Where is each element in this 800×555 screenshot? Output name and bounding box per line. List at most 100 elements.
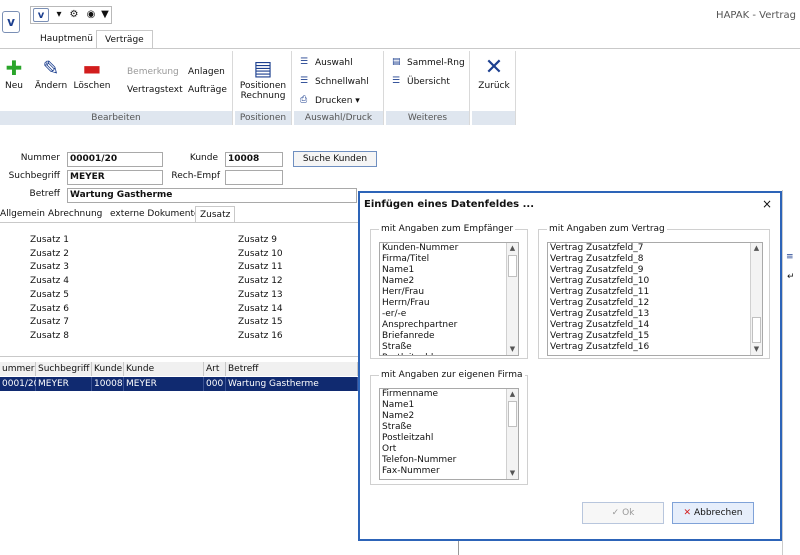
- list-item-firma[interactable]: Fax-Nummer: [380, 466, 518, 477]
- scrollbar[interactable]: ▲ ▼: [506, 243, 518, 355]
- list-item-firma[interactable]: Straße: [380, 422, 518, 433]
- kunde-field[interactable]: 10008: [225, 152, 283, 167]
- scroll-thumb[interactable]: [508, 401, 517, 427]
- grid-header-kunde-nr[interactable]: Kunde: [92, 362, 124, 376]
- list-item-vertrag[interactable]: Vertrag Zusatzfeld_15: [548, 331, 762, 342]
- tab-hauptmenu[interactable]: Hauptmenü: [32, 30, 101, 48]
- close-icon[interactable]: ×: [762, 197, 772, 211]
- app-logo[interactable]: v: [2, 11, 20, 33]
- anlagen-button[interactable]: Anlagen: [188, 67, 225, 77]
- scroll-down-icon[interactable]: ▼: [507, 344, 518, 355]
- zusatz-label: Zusatz 7: [30, 317, 69, 328]
- list-item-empfaenger[interactable]: -er/-e: [380, 309, 518, 320]
- list-empfaenger[interactable]: Kunden-Nummer Firma/Titel Name1 Name2 Herr/F…: [379, 242, 519, 356]
- list-item-empfaenger[interactable]: Ansprechpartner: [380, 320, 518, 331]
- drucken-button[interactable]: ⎙ Drucken ▾: [300, 95, 360, 106]
- list-item-firma[interactable]: Name1: [380, 400, 518, 411]
- scroll-down-icon[interactable]: ▼: [507, 468, 518, 479]
- list-item-firma[interactable]: Ort: [380, 444, 518, 455]
- list-item-vertrag[interactable]: Vertrag Zusatzfeld_8: [548, 254, 762, 265]
- zurueck-button[interactable]: ✕ Zurück: [476, 55, 512, 91]
- tab-vertraege[interactable]: Verträge: [96, 30, 153, 48]
- abbrechen-button[interactable]: ✕ Abbrechen: [672, 502, 754, 524]
- grid-cell-suchbegriff[interactable]: MEYER: [36, 377, 92, 391]
- scrollbar[interactable]: ▲ ▼: [750, 243, 762, 355]
- zusatz-label: Zusatz 5: [30, 289, 69, 300]
- list-item-empfaenger[interactable]: Name1: [380, 265, 518, 276]
- grid-cell-kunde-nr[interactable]: 10008: [92, 377, 124, 391]
- grid-header-betreff[interactable]: Betreff: [226, 362, 358, 376]
- neu-button[interactable]: ✚ Neu: [2, 55, 26, 91]
- nummer-field[interactable]: 00001/20: [67, 152, 163, 167]
- list-item-empfaenger[interactable]: Straße: [380, 342, 518, 353]
- list-item-vertrag[interactable]: Vertrag Zusatzfeld_16: [548, 342, 762, 353]
- title-bar: [0, 0, 800, 30]
- grid-cell-kunde[interactable]: MEYER: [124, 377, 204, 391]
- subtab-allgemein[interactable]: Allgemein: [0, 206, 45, 222]
- grid-header-kunde[interactable]: Kunde: [124, 362, 204, 376]
- list-item-vertrag[interactable]: Vertrag Zusatzfeld_13: [548, 309, 762, 320]
- list-item-firma[interactable]: Firmenname: [380, 389, 518, 400]
- scrollbar[interactable]: ▲ ▼: [506, 389, 518, 479]
- list-item-empfaenger[interactable]: Kunden-Nummer: [380, 243, 518, 254]
- subtab-zusatz[interactable]: Zusatz: [195, 206, 236, 222]
- loeschen-button[interactable]: ▬ Löschen: [73, 55, 111, 91]
- grid-cell-betreff[interactable]: Wartung Gastherme: [226, 377, 358, 391]
- grid-cell-nummer[interactable]: 0001/20: [0, 377, 39, 391]
- minus-icon: ▬: [82, 56, 102, 80]
- scroll-up-icon[interactable]: ▲: [507, 243, 518, 254]
- grid-header-art[interactable]: Art: [204, 362, 226, 376]
- auftraege-button[interactable]: Aufträge: [188, 85, 227, 95]
- align-icon[interactable]: ≡: [786, 252, 794, 262]
- scroll-down-icon[interactable]: ▼: [751, 344, 762, 355]
- return-icon[interactable]: ↵: [787, 272, 795, 282]
- list-item-empfaenger[interactable]: Name2: [380, 276, 518, 287]
- list-item-vertrag[interactable]: Vertrag Zusatzfeld_7: [548, 243, 762, 254]
- ok-button[interactable]: ✓ Ok: [582, 502, 664, 524]
- list-firma[interactable]: Firmenname Name1 Name2 Straße Postleitzahl Or…: [379, 388, 519, 480]
- list-item-empfaenger[interactable]: Firma/Titel: [380, 254, 518, 265]
- list-item-empfaenger[interactable]: Briefanrede: [380, 331, 518, 342]
- chevron-down-icon[interactable]: ▾: [51, 8, 67, 22]
- list-item-vertrag[interactable]: Vertrag Zusatzfeld_10: [548, 276, 762, 287]
- rech-empf-field[interactable]: [225, 170, 283, 185]
- bemerkung-button[interactable]: Bemerkung: [127, 67, 179, 77]
- list-item-vertrag[interactable]: Vertrag Zusatzfeld_11: [548, 287, 762, 298]
- zusatz-label: Zusatz 12: [238, 276, 283, 287]
- uebersicht-button[interactable]: ☰ Übersicht: [392, 76, 450, 87]
- list-item-firma[interactable]: Telefon-Nummer: [380, 455, 518, 466]
- grid-header-nummer[interactable]: ummer: [0, 362, 36, 376]
- grid-header-suchbegriff[interactable]: Suchbegriff: [36, 362, 92, 376]
- list-vertrag[interactable]: Vertrag Zusatzfeld_7 Vertrag Zusatzfeld_8…: [547, 242, 763, 356]
- more-icon[interactable]: ▼: [97, 8, 113, 22]
- v-icon[interactable]: v: [33, 8, 49, 22]
- aendern-button[interactable]: ✎ Ändern: [34, 55, 68, 91]
- zusatz-label: Zusatz 14: [238, 303, 283, 314]
- auswahl-button[interactable]: ☰ Auswahl: [300, 57, 353, 68]
- positionen-rechnung-button[interactable]: ▤ Positionen Rechnung: [239, 55, 287, 101]
- subtab-abrechnung[interactable]: Abrechnung: [48, 206, 102, 222]
- gear-icon[interactable]: ⚙: [66, 8, 82, 22]
- list-item-vertrag[interactable]: Vertrag Zusatzfeld_9: [548, 265, 762, 276]
- suche-kunden-button[interactable]: Suche Kunden: [293, 151, 377, 167]
- list-item-firma[interactable]: Postleitzahl: [380, 433, 518, 444]
- list-item-empfaenger[interactable]: Herrn/Frau: [380, 298, 518, 309]
- scroll-thumb[interactable]: [508, 255, 517, 277]
- list-item-firma[interactable]: Name2: [380, 411, 518, 422]
- list-item-vertrag[interactable]: Vertrag Zusatzfeld_14: [548, 320, 762, 331]
- list-item-empfaenger[interactable]: Postleitzahl: [380, 353, 518, 355]
- schnellwahl-button[interactable]: ☰ Schnellwahl: [300, 76, 369, 87]
- scroll-thumb[interactable]: [752, 317, 761, 343]
- scroll-up-icon[interactable]: ▲: [507, 389, 518, 400]
- suchbegriff-field[interactable]: MEYER: [67, 170, 163, 185]
- list-icon: ☰: [300, 57, 309, 67]
- list-item-vertrag[interactable]: Vertrag Zusatzfeld_12: [548, 298, 762, 309]
- betreff-field[interactable]: Wartung Gastherme: [67, 188, 357, 203]
- scroll-up-icon[interactable]: ▲: [751, 243, 762, 254]
- vertragstext-button[interactable]: Vertragstext: [127, 85, 183, 95]
- grid-cell-art[interactable]: 000: [204, 377, 226, 391]
- list-item-empfaenger[interactable]: Herr/Frau: [380, 287, 518, 298]
- subtab-externe-dokumente[interactable]: externe Dokumente: [110, 206, 200, 222]
- sammel-rng-button[interactable]: ▤ Sammel-Rng: [392, 57, 465, 68]
- window-title: HAPAK - Vertrag: [716, 10, 796, 21]
